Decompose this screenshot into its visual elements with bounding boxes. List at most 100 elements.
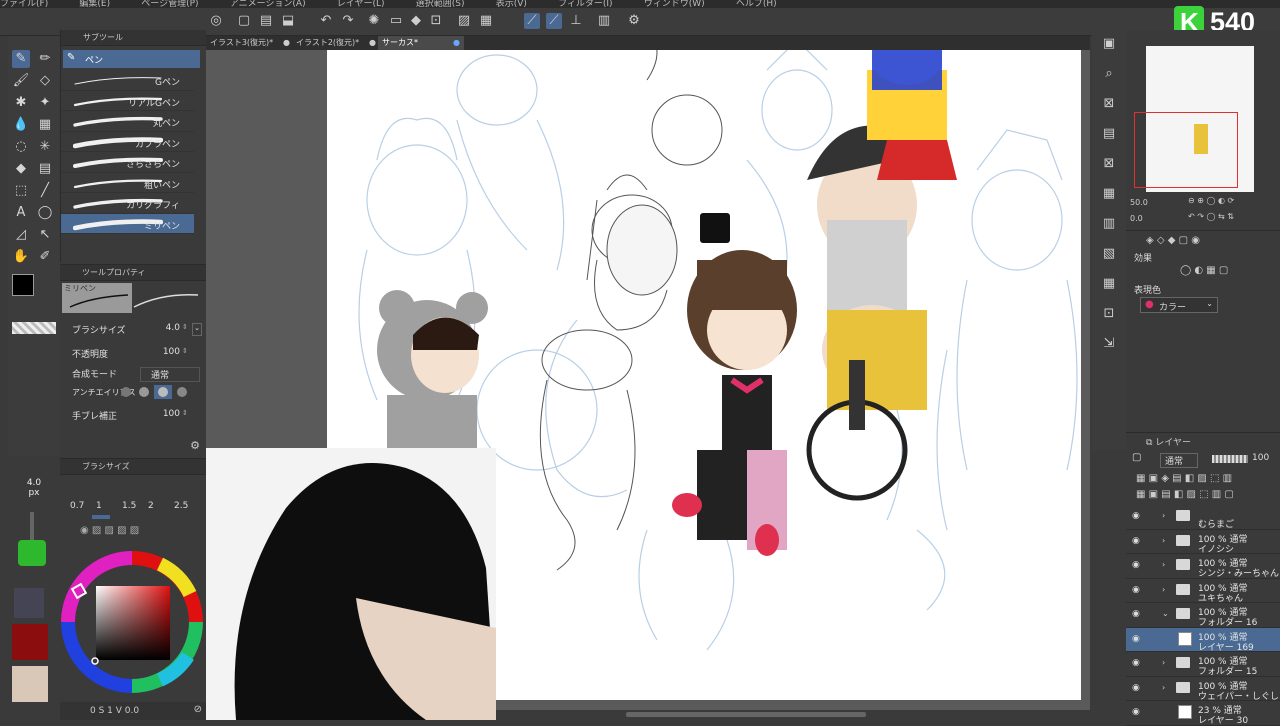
brush-item[interactable]: リアルGペン — [61, 91, 194, 111]
snap-ruler-icon[interactable]: ⟋ — [524, 13, 540, 29]
scrollbar-thumb[interactable] — [626, 712, 866, 717]
eye-icon[interactable]: ◉ — [1132, 658, 1140, 668]
film-icon[interactable]: ▦ — [1099, 274, 1119, 294]
brush-size-option[interactable]: 2.5 — [174, 501, 188, 511]
line-tool-icon[interactable]: ╱ — [36, 182, 54, 200]
rotate-value[interactable]: 0.0 — [1130, 214, 1143, 223]
eye-icon[interactable]: ◉ — [1132, 609, 1140, 619]
chevron-right-icon[interactable]: › — [1162, 511, 1165, 520]
loading-icon[interactable]: ✺ — [366, 13, 382, 29]
zoom-value[interactable]: 50.0 — [1130, 198, 1148, 207]
chevron-right-icon[interactable]: › — [1162, 658, 1165, 667]
eye-icon[interactable]: ◉ — [1132, 560, 1140, 570]
clear-icon[interactable]: ▭ — [388, 13, 404, 29]
layer-row[interactable]: ◉ › 100 % 通常 ユキちゃん — [1126, 579, 1280, 604]
brush-size-option[interactable]: 2 — [148, 501, 154, 511]
brush-size-prop[interactable]: ブラシサイズ 4.0 ⇕ ⌄ — [72, 323, 202, 341]
ruler-tool-icon[interactable]: ◿ — [12, 226, 30, 244]
opacity-value[interactable]: 100 — [163, 347, 180, 357]
layer-blend-value[interactable]: 通常 — [1160, 453, 1199, 468]
open-file-icon[interactable]: ▤ — [258, 13, 274, 29]
cancel-selection-icon[interactable]: ▨ — [456, 13, 472, 29]
layer-opacity-slider[interactable] — [1212, 455, 1248, 463]
antialias-prop[interactable]: アンチエイリアス — [72, 385, 202, 405]
object-tool-icon[interactable]: ⬚ — [12, 182, 30, 200]
layer-action-icons[interactable]: ▦ ▣ ◈ ▤ ◧ ▨ ⬚ ▥ ▦ ▣ ▤ ◧ ▨ ⬚ ▥ ▢ — [1136, 471, 1276, 505]
edit-box-icon[interactable]: ⊡ — [1099, 304, 1119, 324]
crop-icon[interactable]: ▦ — [478, 13, 494, 29]
layer-row[interactable]: ◉ › 100 % 通常 ウェイパー・しぐしぐ — [1126, 677, 1280, 702]
panel-tab-icons[interactable]: ◈ ◇ ◆ ▢ ◉ — [1146, 235, 1200, 246]
image-icon[interactable]: ▤ — [1099, 124, 1119, 144]
close-box-icon[interactable]: ⊠ — [1099, 154, 1119, 174]
effect-buttons[interactable]: ◯ ◐ ▦ ▢ — [1180, 265, 1260, 279]
crossed-box-icon[interactable]: ⊠ — [1099, 94, 1119, 114]
menu-window[interactable]: ウィンドウ(W) — [644, 0, 705, 8]
layer-row[interactable]: ◉ › 100 % 通常 イノシシ — [1126, 530, 1280, 555]
airbrush-tool-icon[interactable]: ✱ — [12, 94, 30, 112]
layer-row[interactable]: ◉ › 100 % 通常 シンジ・みーちゃん — [1126, 554, 1280, 579]
search-icon[interactable]: ⌕ — [1099, 64, 1119, 84]
move-tool-icon[interactable]: ↖ — [36, 226, 54, 244]
eye-icon[interactable]: ◉ — [1132, 536, 1140, 546]
wrench-icon[interactable]: ⚙ — [190, 439, 200, 452]
blend-mode-prop[interactable]: 合成モード 通常 — [72, 367, 202, 385]
close-icon[interactable]: ● — [453, 36, 460, 50]
spin-icon[interactable]: ⇕ — [182, 409, 190, 417]
brush-item[interactable]: 粗いペン — [61, 173, 194, 193]
layer-row[interactable]: ◉ › むらまご — [1126, 505, 1280, 530]
settings-icon[interactable]: ▥ — [596, 13, 612, 29]
stabilization-value[interactable]: 100 — [163, 409, 180, 419]
navigator-preview[interactable] — [1134, 46, 1254, 192]
fill-icon[interactable]: ◆ — [408, 13, 424, 29]
eye-icon[interactable]: ◉ — [1132, 585, 1140, 595]
brush-size-actions[interactable]: ◉ ▨ ▨ ▨ ▨ — [80, 525, 190, 537]
menu-filter[interactable]: フィルター(I) — [558, 0, 613, 8]
layer-row[interactable]: ◉ ⌄ 100 % 通常 フォルダー 16 — [1126, 603, 1280, 628]
menu-selection[interactable]: 選択範囲(S) — [416, 0, 465, 8]
close-icon[interactable]: ● — [369, 36, 376, 50]
blend-tool-icon[interactable]: 💧 — [12, 116, 30, 134]
layer-opacity-value[interactable]: 100 — [1252, 453, 1269, 463]
expression-color-select[interactable]: ● カラー ⌄ — [1140, 297, 1218, 313]
balloon-tool-icon[interactable]: ◯ — [36, 204, 54, 222]
frame-icon[interactable]: ▥ — [1099, 214, 1119, 234]
snap-special-ruler-icon[interactable]: ⟋ — [546, 13, 562, 29]
tab-circus[interactable]: サーカス* ● — [378, 36, 464, 50]
subtool-category-tab[interactable]: ✎ ペン — [63, 50, 200, 68]
spin-icon[interactable]: ⇕ — [182, 323, 190, 331]
pencil-tool-icon[interactable]: ✏ — [36, 50, 54, 68]
brush-size-option[interactable]: 1.5 — [122, 501, 136, 511]
chevron-down-icon[interactable]: ⌄ — [1162, 609, 1169, 618]
stabilization-prop[interactable]: 手ブレ補正 100 ⇕ — [72, 409, 202, 427]
menu-animation[interactable]: アニメーション(A) — [230, 0, 306, 8]
brush-item[interactable]: ミリペン — [61, 213, 194, 234]
chevron-down-icon[interactable]: ⌄ — [192, 323, 202, 336]
layer-row[interactable]: ◉ › 100 % 通常 フォルダー 15 — [1126, 652, 1280, 677]
material-icon[interactable]: ▣ — [1099, 34, 1119, 54]
chevron-right-icon[interactable]: › — [1162, 536, 1165, 545]
eyedropper-tool-icon[interactable]: ✐ — [36, 248, 54, 266]
menu-layer[interactable]: レイヤー(L) — [337, 0, 385, 8]
color-wheel[interactable] — [60, 540, 206, 710]
brush-size-option[interactable]: 0.7 — [70, 501, 84, 511]
menu-page[interactable]: ページ管理(P) — [141, 0, 198, 8]
lasso-tool-icon[interactable]: ◌ — [12, 138, 30, 156]
layer-lock-icon[interactable]: ▢ — [1132, 452, 1141, 463]
brush-size-value[interactable]: 4.0 — [166, 323, 180, 333]
main-color-swatch[interactable] — [12, 274, 34, 296]
undo-icon[interactable]: ↶ — [318, 13, 334, 29]
eye-icon[interactable]: ◉ — [1132, 634, 1140, 644]
brush-item[interactable]: さらさらペン — [61, 152, 194, 173]
brush-item[interactable]: Gペン — [61, 70, 194, 91]
snap-grid-icon[interactable]: ⊥ — [568, 13, 584, 29]
pen-tool-icon[interactable]: ✎ — [12, 50, 30, 68]
redo-icon[interactable]: ↷ — [340, 13, 356, 29]
text-tool-icon[interactable]: A — [12, 204, 30, 222]
export-icon[interactable]: ⇲ — [1099, 334, 1119, 354]
save-icon[interactable]: ⬓ — [280, 13, 296, 29]
brush-item[interactable]: カリグラフィ — [61, 193, 194, 214]
decoration-tool-icon[interactable]: ✦ — [36, 94, 54, 112]
tab-illust2[interactable]: イラスト2(復元)* ● — [292, 36, 378, 50]
app-icon[interactable]: ◎ — [208, 13, 224, 29]
